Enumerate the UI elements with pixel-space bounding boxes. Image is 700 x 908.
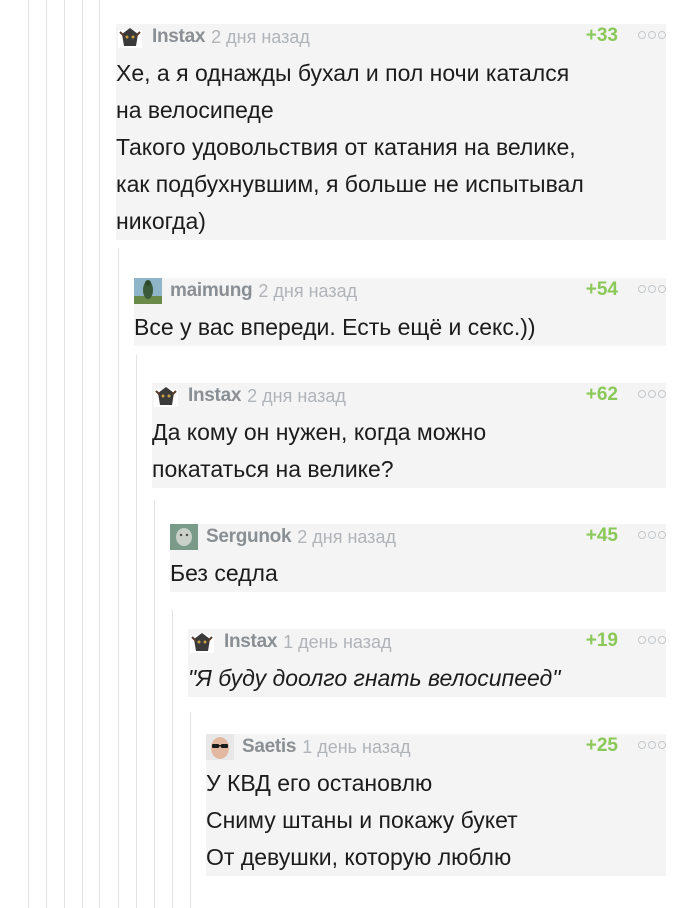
comment-header: maimung 2 дня назад +54 — [134, 278, 666, 304]
comment: Saetis 1 день назад +25 У КВД его остано… — [206, 734, 666, 876]
comment-time[interactable]: 2 дня назад — [247, 386, 346, 407]
dot — [658, 531, 666, 539]
comment-rating: +62 — [585, 384, 618, 405]
thread-line-1 — [28, 0, 29, 908]
comment-header: Instax 2 дня назад +33 — [116, 24, 666, 50]
comment-line: Сниму штаны и покажу букет — [206, 807, 518, 833]
comment-line: "Я буду доолго гнать велосипеед" — [188, 660, 666, 697]
more-options-icon[interactable] — [638, 741, 666, 749]
thread-line-3 — [64, 0, 65, 908]
dot — [648, 531, 656, 539]
thread-line-4 — [82, 0, 83, 908]
thread-line-7 — [136, 355, 137, 908]
comment-header: Saetis 1 день назад +25 — [206, 734, 666, 760]
comment-line: Без седла — [170, 560, 278, 586]
comment-author[interactable]: Saetis — [242, 736, 296, 758]
comment-line: От девушки, которую люблю — [206, 844, 512, 870]
dot — [648, 285, 656, 293]
more-options-icon[interactable] — [638, 31, 666, 39]
statue-avatar-icon[interactable] — [134, 278, 162, 304]
comment-time[interactable]: 1 день назад — [302, 737, 410, 758]
comment: Instax 1 день назад +19 "Я буду доолго г… — [188, 629, 666, 697]
comment-line: Да кому он нужен, когда можно — [152, 419, 487, 445]
comment-line: Такого удовольствия от катания на велике… — [116, 134, 576, 160]
sunglasses-avatar-icon[interactable] — [206, 734, 234, 760]
dot — [648, 636, 656, 644]
dot — [658, 390, 666, 398]
comment-rating: +25 — [585, 735, 618, 756]
dot — [658, 741, 666, 749]
dot — [658, 636, 666, 644]
comment: maimung 2 дня назад +54 Все у вас вперед… — [134, 278, 666, 346]
dot — [648, 31, 656, 39]
photo-avatar-icon[interactable] — [170, 524, 198, 550]
comment-line: как подбухнувшим, я больше не испытывал — [116, 171, 584, 197]
thread-line-8 — [154, 500, 155, 908]
dot — [658, 285, 666, 293]
comment-time[interactable]: 2 дня назад — [211, 27, 310, 48]
comment-header: Instax 1 день назад +19 — [188, 629, 666, 655]
comment-author[interactable]: Sergunok — [206, 526, 292, 548]
comment-time[interactable]: 2 дня назад — [258, 281, 357, 302]
comment: Instax 2 дня назад +62 Да кому он нужен,… — [152, 383, 666, 488]
comment-author[interactable]: Instax — [188, 385, 241, 407]
thread-line-5 — [99, 0, 100, 908]
thread-line-2 — [46, 0, 47, 908]
comment-body: Без седла — [170, 555, 666, 592]
comment-quote: "Я буду доолго гнать велосипеед" — [188, 665, 561, 691]
comment-body: Да кому он нужен, когда можно покататься… — [152, 414, 666, 488]
thread-line-9 — [172, 610, 173, 908]
thread-line-10 — [190, 712, 191, 908]
dot — [638, 285, 646, 293]
comment-body: "Я буду доолго гнать велосипеед" — [188, 660, 666, 697]
helmet-avatar-icon[interactable] — [188, 629, 216, 655]
helmet-avatar-icon[interactable] — [116, 24, 144, 50]
thread-line-6 — [118, 248, 119, 908]
dot — [648, 390, 656, 398]
comment-time[interactable]: 1 день назад — [283, 632, 391, 653]
comment-author[interactable]: maimung — [170, 280, 253, 302]
helmet-avatar-icon[interactable] — [152, 383, 180, 409]
dot — [648, 741, 656, 749]
comment-author[interactable]: Instax — [224, 631, 277, 653]
comment-body: У КВД его остановлю Сниму штаны и покажу… — [206, 765, 666, 876]
dot — [638, 531, 646, 539]
comment-body: Все у вас впереди. Есть ещё и секс.)) — [134, 309, 666, 346]
comment-line: никогда) — [116, 208, 206, 234]
comment-line: Все у вас впереди. Есть ещё и секс.)) — [134, 314, 536, 340]
more-options-icon[interactable] — [638, 531, 666, 539]
comment-author[interactable]: Instax — [152, 26, 205, 48]
dot — [638, 390, 646, 398]
comment-rating: +54 — [585, 279, 618, 300]
dot — [638, 741, 646, 749]
more-options-icon[interactable] — [638, 390, 666, 398]
comment-body: Хе, а я однажды бухал и пол ночи катался… — [116, 55, 666, 240]
dot — [638, 636, 646, 644]
comment-line: на велосипеде — [116, 97, 274, 123]
comment-header: Instax 2 дня назад +62 — [152, 383, 666, 409]
more-options-icon[interactable] — [638, 285, 666, 293]
comment-line: Хе, а я однажды бухал и пол ночи катался — [116, 60, 570, 86]
dot — [658, 31, 666, 39]
comment: Sergunok 2 дня назад +45 Без седла — [170, 524, 666, 592]
comment-rating: +33 — [585, 25, 618, 46]
dot — [638, 31, 646, 39]
comment-header: Sergunok 2 дня назад +45 — [170, 524, 666, 550]
comment-rating: +45 — [585, 525, 618, 546]
comment-time[interactable]: 2 дня назад — [297, 527, 396, 548]
comment-rating: +19 — [585, 630, 618, 651]
comment-line: У КВД его остановлю — [206, 770, 433, 796]
comment: Instax 2 дня назад +33 Хе, а я однажды б… — [116, 24, 666, 240]
more-options-icon[interactable] — [638, 636, 666, 644]
comment-line: покататься на велике? — [152, 456, 394, 482]
